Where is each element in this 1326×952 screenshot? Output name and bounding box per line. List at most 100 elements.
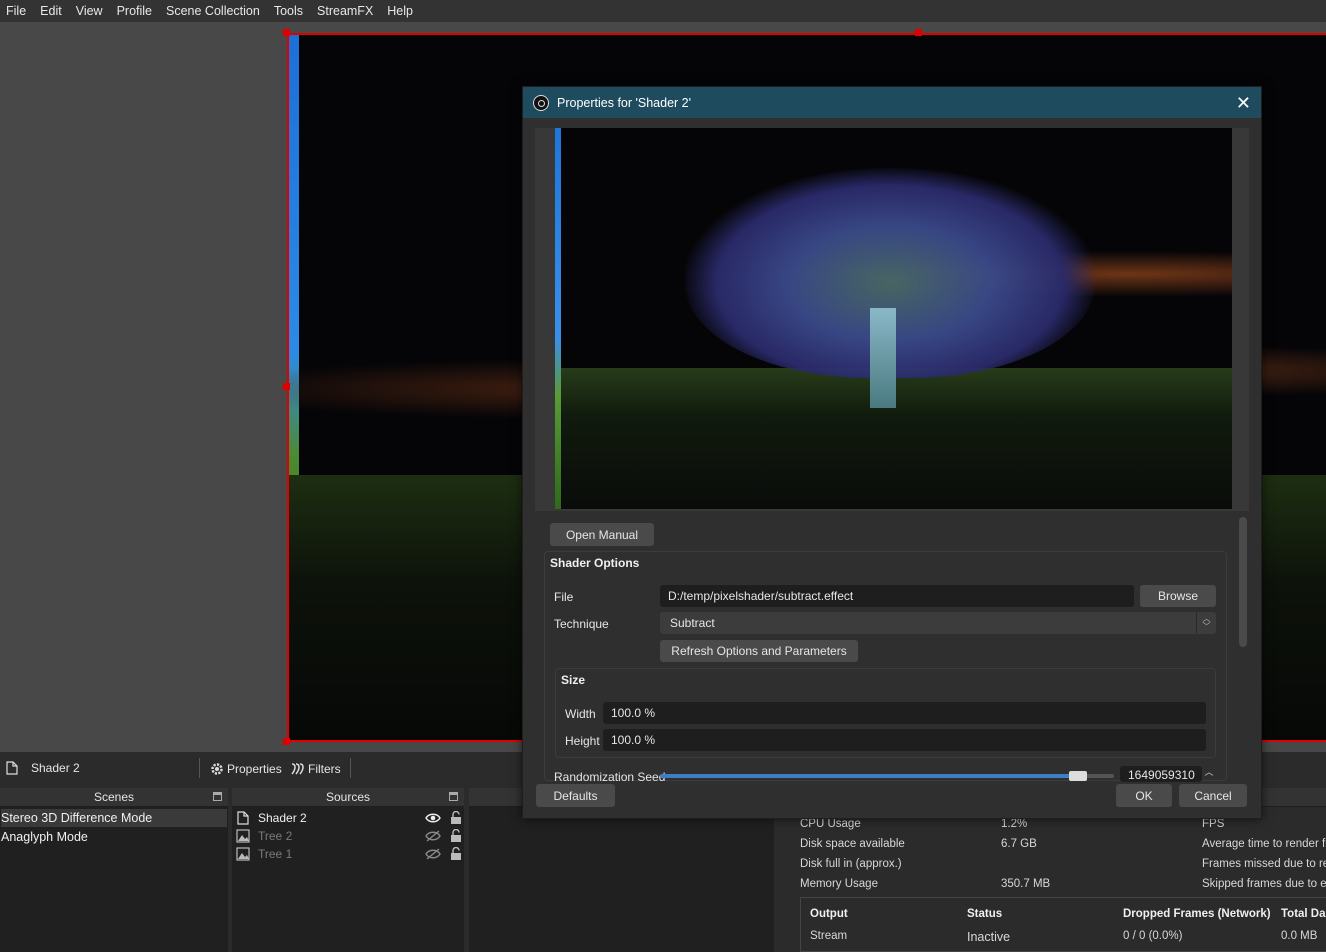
mixer-area — [469, 807, 774, 952]
preview-trunk — [870, 308, 896, 408]
shader-preview-image — [555, 128, 1232, 509]
filters-button[interactable]: Filters — [290, 761, 341, 777]
dialog-title: Properties for 'Shader 2' — [557, 95, 692, 110]
seed-slider[interactable] — [660, 774, 1114, 778]
selected-source-name: Shader 2 — [31, 761, 80, 775]
unlocked-icon[interactable] — [450, 829, 462, 843]
shader-options-title: Shader Options — [550, 556, 640, 570]
col-total: Total Da — [1281, 908, 1326, 920]
scenes-title: Scenes — [93, 790, 135, 804]
menu-help[interactable]: Help — [381, 4, 421, 18]
skipped-frames-label: Skipped frames due to en — [1202, 878, 1326, 890]
disk-label: Disk space available — [800, 838, 905, 850]
seed-slider-fill — [660, 774, 1078, 778]
source-name: Tree 1 — [258, 847, 293, 861]
transform-handle-mid-left[interactable] — [283, 383, 290, 390]
col-dropped: Dropped Frames (Network) — [1123, 908, 1271, 920]
properties-label: Properties — [227, 762, 282, 776]
source-row[interactable]: Shader 2 — [234, 809, 464, 827]
eye-icon[interactable] — [425, 812, 441, 824]
disk-full-label: Disk full in (approx.) — [800, 858, 902, 870]
image-icon — [236, 829, 250, 843]
properties-dialog: Properties for 'Shader 2' ✕ Open Manual … — [522, 86, 1262, 819]
source-name: Tree 2 — [258, 829, 293, 843]
transform-handle-bottom-left[interactable] — [283, 738, 290, 745]
cancel-button[interactable]: Cancel — [1179, 784, 1247, 807]
disk-value: 6.7 GB — [1001, 838, 1037, 850]
scenes-dock-header: Scenes — [0, 788, 228, 807]
unlocked-icon[interactable] — [450, 811, 462, 825]
cpu-value: 1.2% — [1001, 818, 1028, 830]
menu-tools[interactable]: Tools — [268, 4, 311, 18]
dialog-preview — [535, 128, 1249, 511]
properties-scrollbar[interactable] — [1239, 517, 1247, 647]
scene-item[interactable]: Anaglyph Mode — [1, 828, 88, 846]
file-path-field[interactable]: D:/temp/pixelshader/subtract.effect — [660, 585, 1134, 607]
height-label: Height — [565, 734, 600, 748]
menu-scene-collection[interactable]: Scene Collection — [160, 4, 268, 18]
menu-file[interactable]: File — [0, 4, 34, 18]
height-field[interactable]: 100.0 % — [603, 729, 1206, 751]
menu-streamfx[interactable]: StreamFX — [311, 4, 381, 18]
seed-slider-knob[interactable] — [1068, 771, 1087, 781]
filter-icon — [291, 763, 304, 775]
transform-handle-top-mid[interactable] — [915, 29, 922, 36]
dock-float-icon[interactable] — [213, 792, 222, 801]
width-field[interactable]: 100.0 % — [603, 702, 1206, 724]
output-dropped: 0 / 0 (0.0%) — [1123, 930, 1183, 942]
sources-dock-header: Sources — [232, 788, 464, 807]
avg-render-label: Average time to render fr — [1202, 838, 1326, 850]
col-status: Status — [967, 908, 1003, 920]
missed-frames-label: Frames missed due to ren — [1202, 858, 1326, 870]
spin-up-icon[interactable]: ︿ — [1202, 765, 1216, 779]
file-icon — [237, 811, 249, 825]
source-row[interactable]: Tree 2 — [234, 827, 464, 845]
technique-label: Technique — [554, 617, 609, 631]
dock-float-icon[interactable] — [449, 792, 458, 801]
filters-label: Filters — [308, 762, 341, 776]
source-row[interactable]: Tree 1 — [234, 845, 464, 863]
technique-select[interactable]: Subtract ︿ ﹀ — [660, 612, 1216, 634]
dialog-titlebar[interactable]: Properties for 'Shader 2' ✕ — [523, 87, 1261, 118]
toolbar-divider — [350, 758, 351, 778]
toolbar-divider — [199, 758, 200, 778]
eye-hidden-icon[interactable] — [425, 830, 441, 842]
memory-label: Memory Usage — [800, 878, 878, 890]
output-name: Stream — [810, 930, 848, 942]
size-title: Size — [561, 673, 586, 687]
browse-button[interactable]: Browse — [1140, 585, 1216, 607]
sources-title: Sources — [325, 790, 371, 804]
eye-hidden-icon[interactable] — [425, 848, 441, 860]
output-total: 0.0 MB — [1281, 930, 1318, 942]
open-manual-button[interactable]: Open Manual — [550, 523, 654, 546]
transform-handle-top-left[interactable] — [283, 29, 290, 36]
source-indicator: Shader 2 — [6, 761, 80, 775]
menu-profile[interactable]: Profile — [111, 4, 160, 18]
properties-button[interactable]: Properties — [209, 761, 282, 777]
cpu-label: CPU Usage — [800, 818, 861, 830]
menu-edit[interactable]: Edit — [34, 4, 70, 18]
menu-view[interactable]: View — [70, 4, 111, 18]
gear-icon — [211, 763, 223, 775]
technique-value: Subtract — [670, 616, 715, 630]
output-status: Inactive — [967, 930, 1011, 944]
seed-spinbox[interactable]: 1649059310 — [1120, 766, 1202, 782]
preview-edge-strip — [555, 128, 561, 509]
output-table: Output Status Dropped Frames (Network) T… — [800, 897, 1326, 952]
defaults-button[interactable]: Defaults — [536, 784, 615, 807]
source-name: Shader 2 — [258, 811, 307, 825]
image-icon — [236, 847, 250, 861]
unlocked-icon[interactable] — [450, 847, 462, 861]
close-icon[interactable]: ✕ — [1236, 93, 1251, 114]
file-label: File — [554, 590, 574, 604]
ok-button[interactable]: OK — [1116, 784, 1172, 807]
shader-options-group: Shader Options File D:/temp/pixelshader/… — [544, 551, 1227, 782]
col-output: Output — [810, 908, 848, 920]
memory-value: 350.7 MB — [1001, 878, 1051, 890]
fps-label: FPS — [1202, 818, 1225, 830]
obs-logo-icon — [533, 94, 549, 111]
scene-item[interactable]: Stereo 3D Difference Mode — [1, 809, 227, 827]
refresh-options-button[interactable]: Refresh Options and Parameters — [660, 640, 858, 662]
seed-label: Randomization Seed — [554, 770, 666, 782]
width-label: Width — [565, 707, 596, 721]
